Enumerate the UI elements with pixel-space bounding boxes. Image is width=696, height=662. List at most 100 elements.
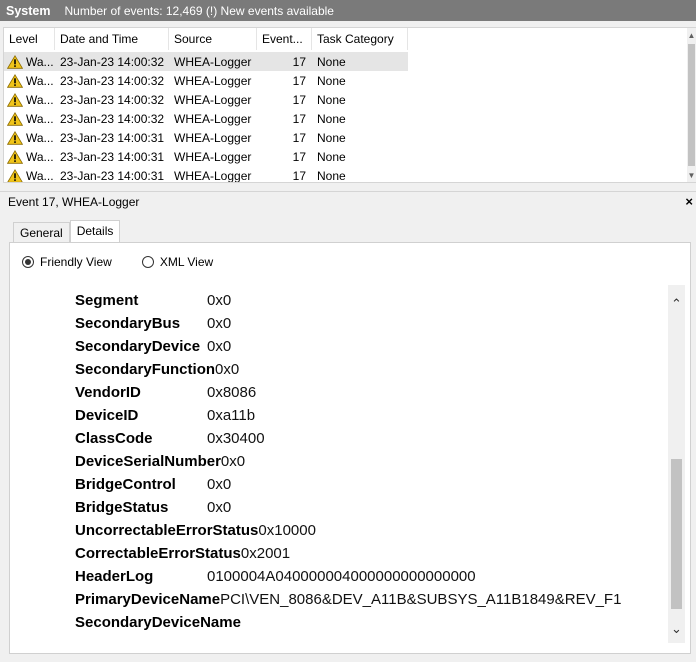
cell-level: Wa...	[4, 112, 55, 126]
field-value: 0xa11b	[207, 407, 256, 424]
column-header-level[interactable]: Level	[4, 28, 55, 50]
cell-level-text: Wa...	[26, 54, 54, 69]
cell-event-id: 17	[292, 111, 306, 126]
chevron-down-icon[interactable]: ⌄	[668, 620, 685, 637]
table-row-cells: Wa... 23-Jan-23 14:00:32 WHEA-Logger 17 None	[4, 109, 408, 128]
field-value: 0x0	[220, 453, 246, 470]
details-scrollbar[interactable]: ⌃ ⌄	[668, 285, 685, 643]
chevron-up-icon[interactable]: ⌃	[668, 295, 685, 312]
table-row[interactable]: Wa... 23-Jan-23 14:00:31 WHEA-Logger 17 None	[4, 128, 688, 147]
field-key: SecondaryDevice	[75, 338, 201, 355]
events-rows: Wa... 23-Jan-23 14:00:32 WHEA-Logger 17 None…	[4, 52, 688, 183]
field-value: 0x0	[207, 315, 232, 332]
table-row[interactable]: Wa... 23-Jan-23 14:00:32 WHEA-Logger 17 None	[4, 52, 688, 71]
xml-view-option[interactable]: XML View	[141, 255, 214, 269]
table-row[interactable]: Wa... 23-Jan-23 14:00:31 WHEA-Logger 17 None	[4, 166, 688, 183]
field-value: 0x8086	[207, 384, 257, 401]
event-data-field: ClassCode 0x30400	[75, 427, 621, 450]
field-key: PrimaryDeviceName	[75, 591, 221, 608]
field-value: 0x30400	[207, 430, 265, 447]
scroll-up-icon[interactable]: ▲	[687, 30, 696, 42]
friendly-view-option[interactable]: Friendly View	[22, 255, 112, 269]
cell-event-id: 17	[292, 130, 306, 145]
column-header-event-id[interactable]: Event...	[257, 28, 312, 50]
scroll-down-icon[interactable]: ▼	[687, 170, 696, 182]
cell-level: Wa...	[4, 55, 55, 69]
event-data-field: VendorID 0x8086	[75, 381, 621, 404]
cell-source: WHEA-Logger	[174, 149, 252, 164]
cell-date: 23-Jan-23 14:00:32	[60, 73, 165, 88]
field-value: 0x2001	[240, 545, 291, 562]
detail-title: Event 17, WHEA-Logger	[8, 195, 140, 209]
cell-event-id: 17	[292, 168, 306, 183]
cell-level: Wa...	[4, 74, 55, 88]
cell-source: WHEA-Logger	[174, 92, 252, 107]
field-key: SecondaryDeviceName	[75, 614, 241, 631]
field-value: 0x0	[207, 292, 232, 309]
field-value: 0x0	[207, 499, 232, 516]
cell-level-text: Wa...	[26, 149, 54, 164]
tab-general[interactable]: General	[13, 222, 70, 242]
events-scroll-thumb[interactable]	[688, 44, 695, 166]
field-key: DeviceID	[75, 407, 139, 424]
log-title: System	[6, 3, 51, 18]
xml-view-radio[interactable]	[141, 256, 154, 268]
cell-task-category: None	[317, 168, 346, 183]
column-header-date[interactable]: Date and Time	[55, 28, 169, 50]
warning-icon	[7, 111, 23, 126]
friendly-view-label: Friendly View	[40, 255, 112, 269]
cell-event-id: 17	[292, 92, 306, 107]
detail-tabs: General Details	[13, 220, 121, 243]
cell-date: 23-Jan-23 14:00:32	[60, 54, 165, 69]
warning-icon	[7, 54, 23, 69]
event-data-field: DeviceSerialNumber 0x0	[75, 450, 621, 473]
events-scrollbar[interactable]: ▲ ▼	[687, 28, 696, 182]
tab-details[interactable]: Details	[69, 220, 121, 243]
event-data-field: SecondaryBus 0x0	[75, 312, 621, 335]
column-header-task-category[interactable]: Task Category	[312, 28, 408, 50]
field-key: BridgeStatus	[75, 499, 169, 516]
table-row-cells: Wa... 23-Jan-23 14:00:32 WHEA-Logger 17 None	[4, 52, 408, 71]
field-key: VendorID	[75, 384, 141, 401]
table-row[interactable]: Wa... 23-Jan-23 14:00:32 WHEA-Logger 17 None	[4, 90, 688, 109]
table-row[interactable]: Wa... 23-Jan-23 14:00:32 WHEA-Logger 17 None	[4, 71, 688, 90]
events-count-info: Number of events: 12,469 (!) New events …	[64, 3, 334, 18]
event-data-field: DeviceID 0xa11b	[75, 404, 621, 427]
event-data-field: BridgeControl 0x0	[75, 473, 621, 496]
field-key: SecondaryFunction	[75, 361, 216, 378]
field-key: HeaderLog	[75, 568, 154, 585]
event-data-field: SecondaryDevice 0x0	[75, 335, 621, 358]
table-row[interactable]: Wa... 23-Jan-23 14:00:31 WHEA-Logger 17 None	[4, 147, 688, 166]
field-key: UncorrectableErrorStatus	[75, 522, 259, 539]
cell-level-text: Wa...	[26, 130, 54, 145]
field-value: 0100004A040000004000000000000000	[207, 568, 476, 585]
cell-source: WHEA-Logger	[174, 54, 252, 69]
cell-level: Wa...	[4, 131, 55, 145]
friendly-view-radio[interactable]	[22, 256, 34, 268]
xml-view-label: XML View	[159, 255, 214, 269]
cell-date: 23-Jan-23 14:00:32	[60, 111, 165, 126]
warning-icon	[7, 92, 23, 107]
field-key: SecondaryBus	[75, 315, 181, 332]
table-row[interactable]: Wa... 23-Jan-23 14:00:32 WHEA-Logger 17 None	[4, 109, 688, 128]
cell-level: Wa...	[4, 169, 55, 182]
column-header-source[interactable]: Source	[169, 28, 257, 50]
cell-level: Wa...	[4, 93, 55, 107]
cell-task-category: None	[317, 130, 346, 145]
close-icon[interactable]: ×	[685, 192, 693, 212]
cell-date: 23-Jan-23 14:00:31	[60, 149, 165, 164]
field-value: 0x0	[207, 476, 232, 493]
warning-icon	[7, 130, 23, 145]
event-data-field: CorrectableErrorStatus 0x2001	[75, 542, 621, 565]
cell-date: 23-Jan-23 14:00:32	[60, 92, 165, 107]
warning-icon	[7, 149, 23, 164]
event-data-field: Segment 0x0	[75, 289, 621, 312]
cell-task-category: None	[317, 92, 346, 107]
event-data-field: SecondaryFunction 0x0	[75, 358, 621, 381]
event-log-header: System Number of events: 12,469 (!) New …	[0, 0, 696, 21]
events-list[interactable]: Level Date and Time Source Event... Task…	[3, 27, 696, 183]
cell-date: 23-Jan-23 14:00:31	[60, 130, 165, 145]
cell-task-category: None	[317, 149, 346, 164]
details-scroll-thumb[interactable]	[671, 459, 682, 609]
event-data-field: PrimaryDeviceName PCI\VEN_8086&DEV_A11B&S…	[75, 588, 621, 611]
